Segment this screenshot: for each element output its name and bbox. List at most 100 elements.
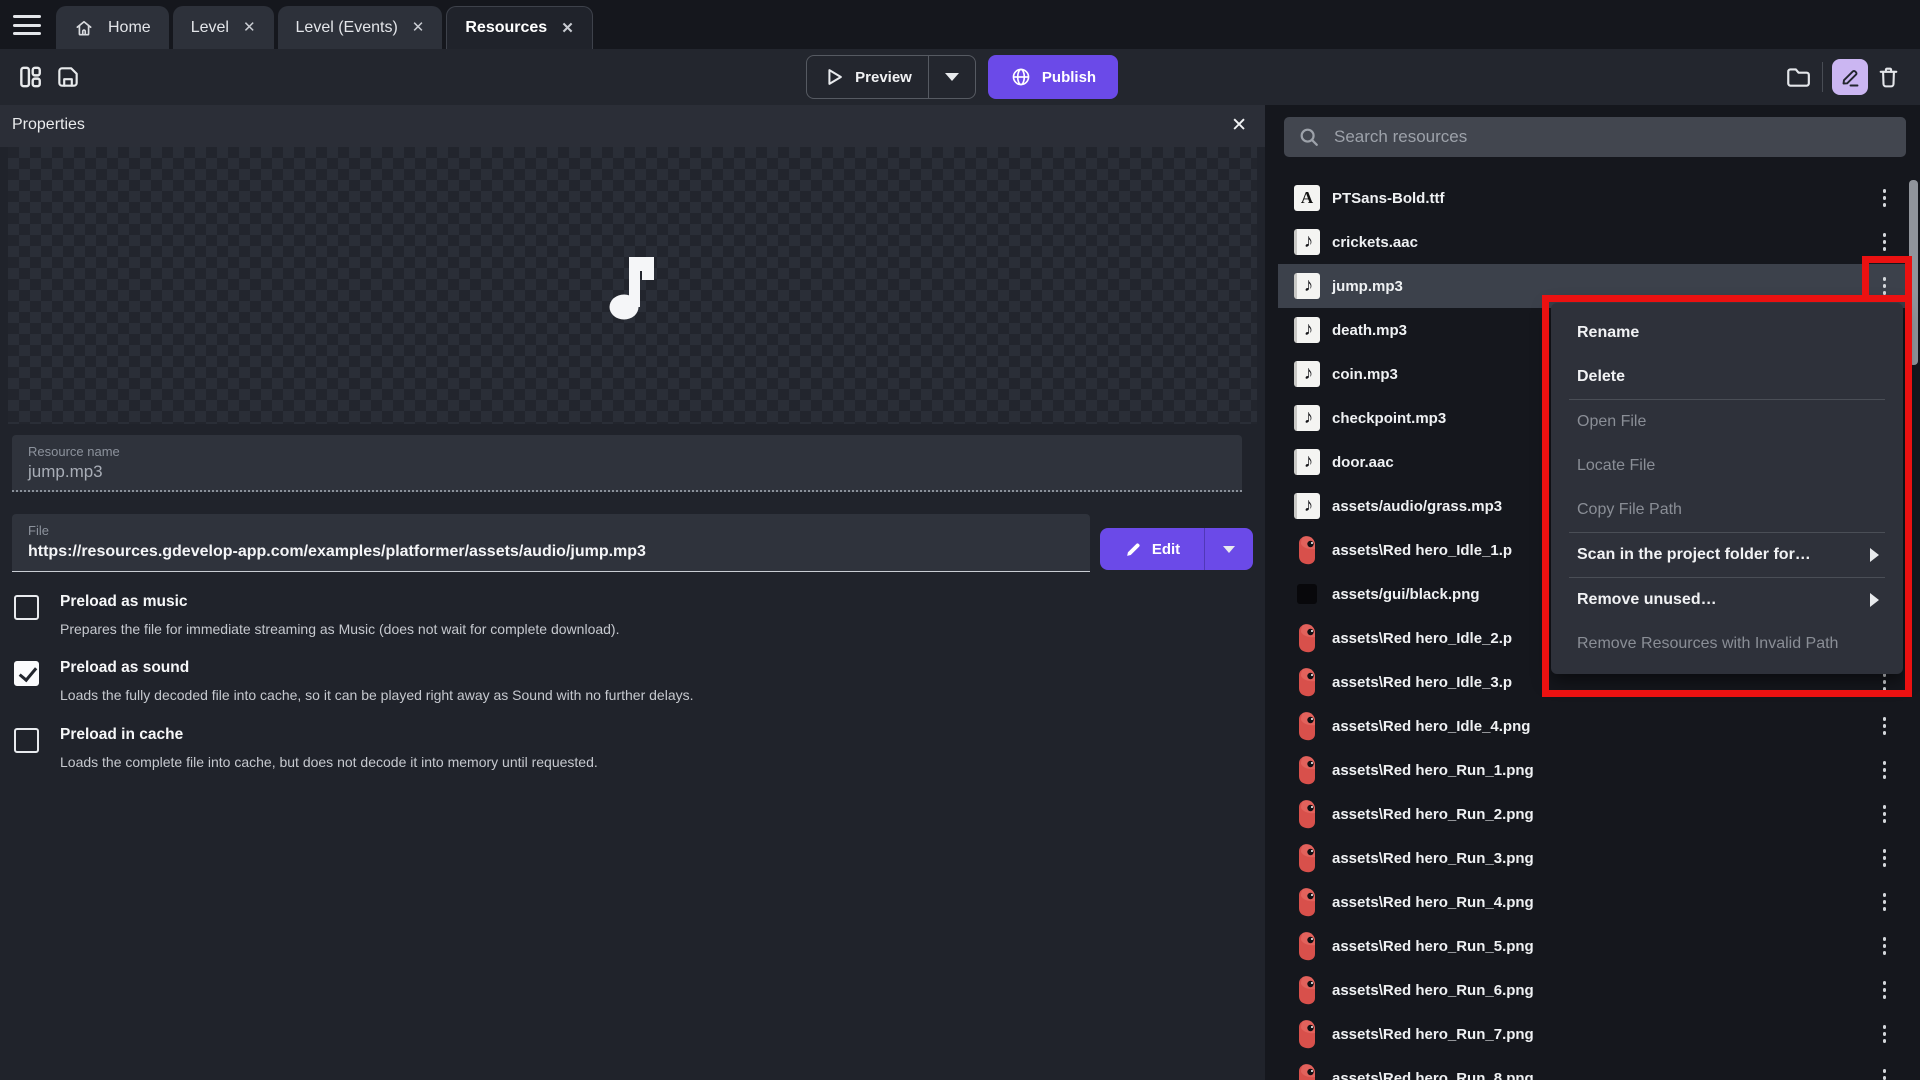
- red-hero-sprite-icon: [1294, 1063, 1320, 1080]
- save-icon[interactable]: [52, 61, 84, 93]
- home-icon: [74, 18, 94, 38]
- edit-label: Edit: [1152, 541, 1180, 558]
- resource-row[interactable]: assets\Red hero_Run_1.png: [1278, 748, 1908, 792]
- resource-row[interactable]: assets\Red hero_Run_2.png: [1278, 792, 1908, 836]
- resource-row[interactable]: assets\Red hero_Idle_4.png: [1278, 704, 1908, 748]
- close-icon[interactable]: ✕: [561, 21, 574, 36]
- menu-item-label: Locate File: [1577, 457, 1655, 475]
- preload-music-checkbox[interactable]: [14, 595, 39, 620]
- red-hero-sprite-icon: [1294, 625, 1320, 651]
- search-bar[interactable]: [1284, 117, 1906, 157]
- kebab-menu-icon[interactable]: [1879, 713, 1891, 739]
- menu-item-remove-unused[interactable]: Remove unused…: [1551, 578, 1903, 622]
- resource-name: assets\Red hero_Run_8.png: [1332, 1070, 1534, 1080]
- image-file-icon: [1297, 584, 1317, 604]
- resource-name: assets/audio/grass.mp3: [1332, 498, 1502, 515]
- option-preload-as-sound: Preload as sound Loads the fully decoded…: [14, 658, 1114, 705]
- pencil-icon: [1124, 540, 1143, 559]
- menu-item-label: Scan in the project folder for…: [1577, 546, 1811, 564]
- resource-row[interactable]: assets\Red hero_Run_6.png: [1278, 968, 1908, 1012]
- red-hero-sprite-icon: [1294, 755, 1320, 785]
- edit-button-main[interactable]: Edit: [1100, 540, 1204, 559]
- search-input[interactable]: [1334, 127, 1854, 147]
- kebab-menu-icon[interactable]: [1879, 273, 1891, 299]
- menu-item-delete[interactable]: Delete: [1551, 355, 1903, 399]
- kebab-menu-icon[interactable]: [1879, 757, 1891, 783]
- preload-cache-checkbox[interactable]: [14, 728, 39, 753]
- folder-icon[interactable]: [1782, 61, 1814, 93]
- resource-row[interactable]: assets\Red hero_Run_8.png: [1278, 1056, 1908, 1080]
- kebab-menu-icon[interactable]: [1879, 845, 1891, 871]
- project-manager-icon[interactable]: [14, 61, 46, 93]
- red-hero-sprite-icon: [1294, 799, 1320, 829]
- edit-dropdown-button[interactable]: [1205, 546, 1253, 553]
- audio-file-icon: [1294, 273, 1320, 299]
- resource-row[interactable]: jump.mp3: [1278, 264, 1908, 308]
- option-label[interactable]: Preload as music: [60, 592, 1114, 612]
- divider: [1822, 62, 1823, 92]
- file-url-value: https://resources.gdevelop-app.com/examp…: [28, 543, 1074, 561]
- pencil-icon: [1838, 65, 1862, 89]
- close-icon[interactable]: ✕: [243, 20, 256, 35]
- resource-name: assets\Red hero_Run_2.png: [1332, 806, 1534, 823]
- resource-name: door.aac: [1332, 454, 1394, 471]
- edit-mode-toggle[interactable]: [1832, 59, 1868, 95]
- kebab-menu-icon[interactable]: [1879, 229, 1891, 255]
- trash-icon[interactable]: [1872, 61, 1904, 93]
- menu-item-rename[interactable]: Rename: [1551, 311, 1903, 355]
- kebab-menu-icon[interactable]: [1879, 933, 1891, 959]
- kebab-menu-icon[interactable]: [1879, 1065, 1891, 1080]
- play-icon: [823, 66, 845, 88]
- resource-row[interactable]: assets\Red hero_Run_4.png: [1278, 880, 1908, 924]
- option-description: Prepares the file for immediate streamin…: [60, 619, 1114, 639]
- red-hero-sprite-icon: [1294, 535, 1320, 565]
- file-field[interactable]: File https://resources.gdevelop-app.com/…: [12, 514, 1090, 572]
- menu-item-label: Remove Resources with Invalid Path: [1577, 635, 1838, 653]
- kebab-menu-icon[interactable]: [1879, 801, 1891, 827]
- resource-name-field[interactable]: Resource name jump.mp3: [12, 435, 1242, 492]
- resource-name: assets\Red hero_Run_4.png: [1332, 894, 1534, 911]
- tab-resources[interactable]: Resources ✕: [446, 6, 592, 49]
- submenu-arrow-icon: [1870, 548, 1879, 562]
- hamburger-menu-icon[interactable]: [12, 13, 42, 37]
- kebab-menu-icon[interactable]: [1879, 977, 1891, 1003]
- preview-button-main[interactable]: Preview: [807, 56, 928, 98]
- menu-item-label: Rename: [1577, 324, 1639, 342]
- toolbar: Preview Publish: [0, 49, 1920, 105]
- red-hero-sprite-icon: [1294, 1065, 1320, 1080]
- preview-dropdown-button[interactable]: [929, 56, 975, 98]
- resource-row[interactable]: assets\Red hero_Run_5.png: [1278, 924, 1908, 968]
- publish-button[interactable]: Publish: [988, 55, 1118, 99]
- tab-level-events[interactable]: Level (Events) ✕: [278, 6, 443, 49]
- tab-level[interactable]: Level ✕: [173, 6, 274, 49]
- field-label: Resource name: [28, 444, 1226, 459]
- kebab-menu-icon[interactable]: [1879, 185, 1891, 211]
- tab-label: Level (Events): [296, 19, 398, 37]
- preview-button[interactable]: Preview: [806, 55, 976, 99]
- resource-row[interactable]: crickets.aac: [1278, 220, 1908, 264]
- tab-home[interactable]: Home: [56, 6, 169, 49]
- menu-item-remove-invalid-path: Remove Resources with Invalid Path: [1551, 622, 1903, 666]
- red-hero-sprite-icon: [1294, 1019, 1320, 1049]
- option-label[interactable]: Preload as sound: [60, 658, 1114, 678]
- red-hero-sprite-icon: [1294, 669, 1320, 695]
- tab-strip: Home Level ✕ Level (Events) ✕ Resources …: [56, 6, 593, 49]
- option-label[interactable]: Preload in cache: [60, 725, 1114, 745]
- resource-row[interactable]: assets\Red hero_Run_7.png: [1278, 1012, 1908, 1056]
- menu-item-scan-project-folder[interactable]: Scan in the project folder for…: [1551, 533, 1903, 577]
- kebab-menu-icon[interactable]: [1879, 889, 1891, 915]
- scrollbar-thumb[interactable]: [1909, 180, 1918, 365]
- kebab-menu-icon[interactable]: [1879, 1021, 1891, 1047]
- close-icon[interactable]: ✕: [412, 20, 425, 35]
- option-preload-as-music: Preload as music Prepares the file for i…: [14, 592, 1114, 639]
- edit-button[interactable]: Edit: [1100, 528, 1253, 570]
- resource-row[interactable]: PTSans-Bold.ttf: [1278, 176, 1908, 220]
- red-hero-sprite-icon: [1294, 1021, 1320, 1047]
- properties-panel: Properties ✕ Resource name jump.mp3 File…: [0, 105, 1265, 1080]
- resource-row[interactable]: assets\Red hero_Run_3.png: [1278, 836, 1908, 880]
- audio-file-icon: [1294, 493, 1320, 519]
- red-hero-sprite-icon: [1294, 713, 1320, 739]
- close-icon[interactable]: ✕: [1231, 114, 1247, 137]
- globe-icon: [1010, 66, 1032, 88]
- preload-sound-checkbox[interactable]: [14, 661, 39, 686]
